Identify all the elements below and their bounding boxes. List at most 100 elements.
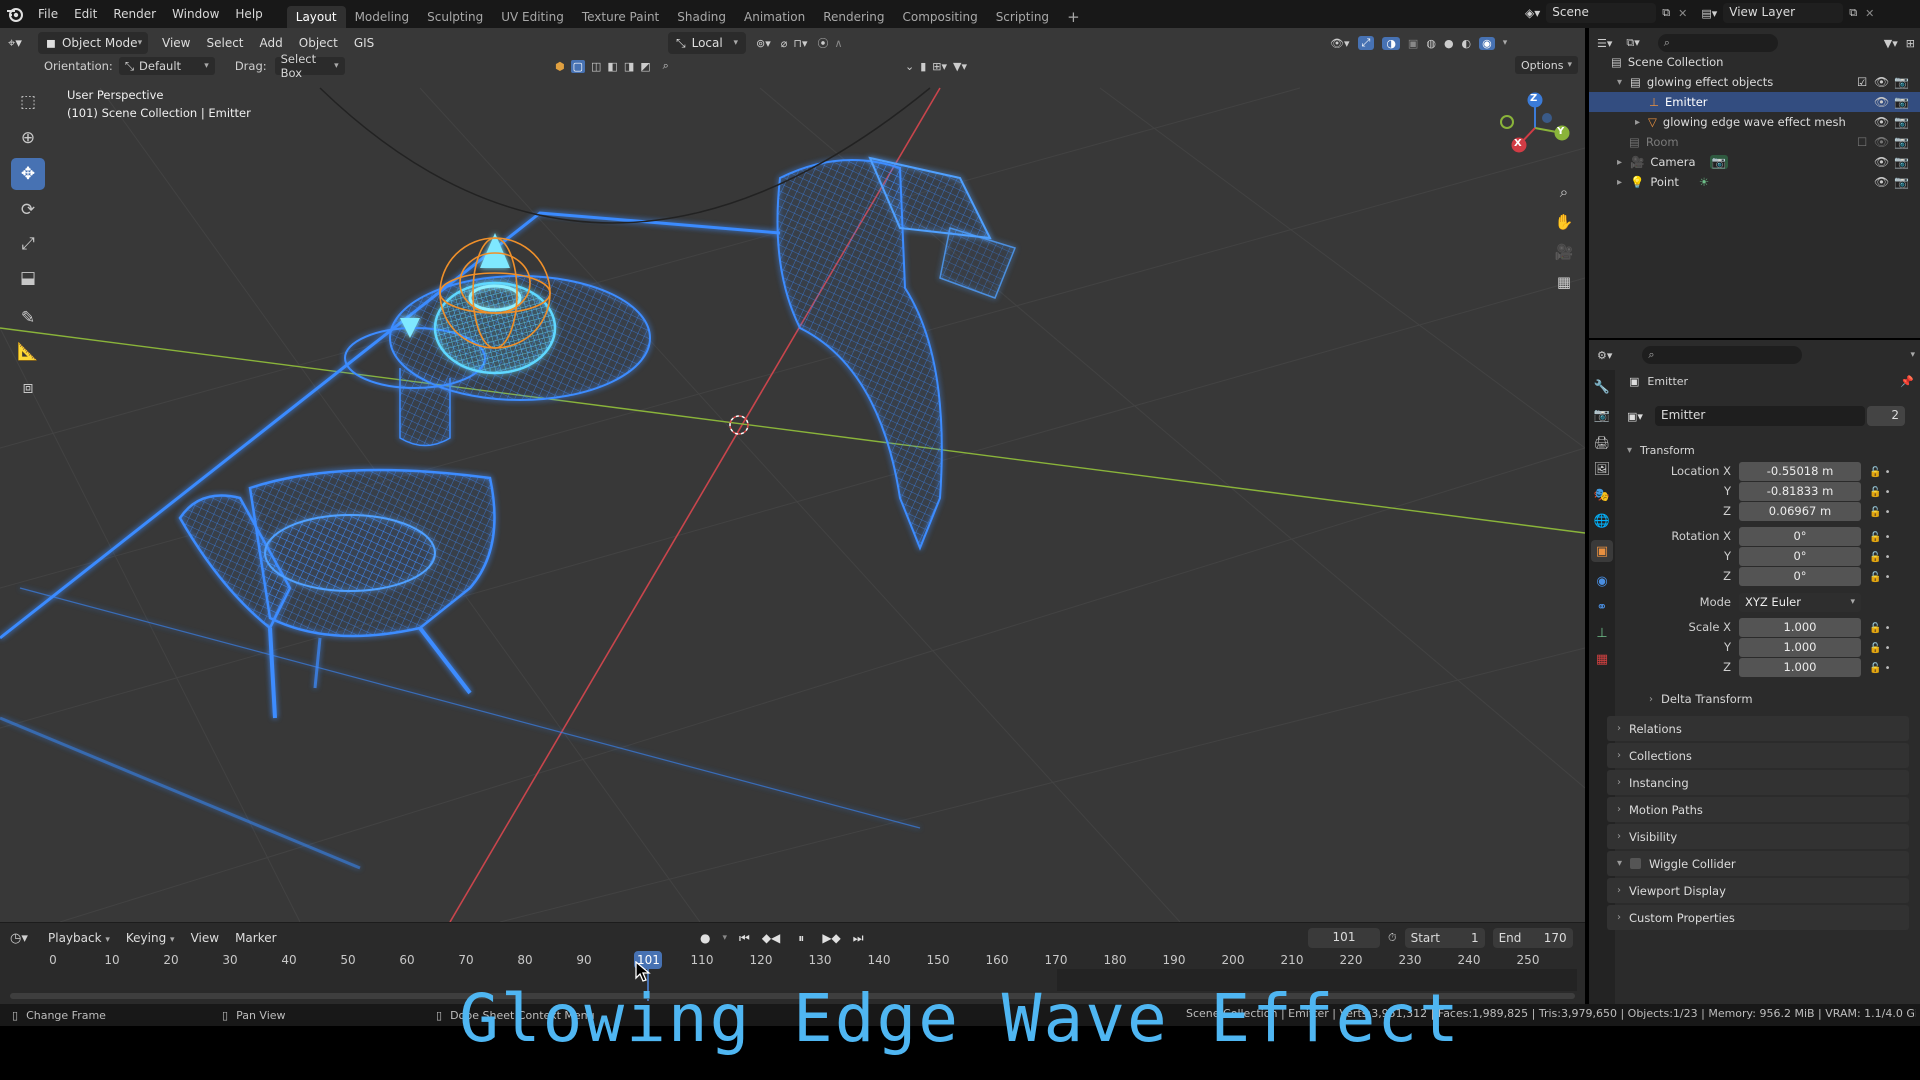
navigation-gizmo[interactable]: Z Y X (1495, 88, 1575, 168)
tab-sculpting[interactable]: Sculpting (418, 6, 492, 28)
outliner-search-field[interactable]: ⌕ (1657, 34, 1778, 52)
rendered-shading-icon[interactable]: ◉ (1479, 36, 1495, 50)
scale-y-field[interactable]: 1.000 (1739, 638, 1861, 657)
ortho-grid-icon[interactable]: ▦ (1550, 268, 1578, 296)
snap-target-icon[interactable]: ⊓▾ (793, 37, 807, 50)
cursor-icon[interactable]: ⊕ (11, 122, 45, 154)
proportional-edit-icon[interactable]: ⦿ (817, 35, 828, 51)
delete-scene-icon[interactable]: ✕ (1678, 7, 1687, 20)
viewport-display-panel[interactable]: › Viewport Display (1607, 878, 1909, 903)
select-box-icon[interactable]: ⬚ (11, 86, 45, 118)
scale-z-field[interactable]: 1.000 (1739, 658, 1861, 677)
snap-icon[interactable]: ⌀ (781, 37, 788, 50)
scale-x-field[interactable]: 1.000 (1739, 618, 1861, 637)
relations-panel[interactable]: › Relations (1607, 716, 1909, 741)
tool-tab-icon[interactable]: 🔧 (1591, 376, 1613, 398)
delta-transform-subpanel[interactable]: › Delta Transform (1649, 690, 1753, 708)
tab-scripting[interactable]: Scripting (987, 6, 1058, 28)
3d-viewport[interactable]: ⌖▾ ◼ Object Mode ▾ View Select Add Objec… (0, 28, 1585, 922)
viewport-menu-select[interactable]: Select (198, 32, 251, 54)
outliner-row-emitter[interactable]: ⊥ Emitter 👁 📷 (1589, 92, 1920, 112)
constraints-tab-icon[interactable]: ⚭ (1591, 596, 1613, 618)
jump-end-icon[interactable]: ⏭ (853, 931, 864, 946)
new-view-layer-icon[interactable]: ⧉ (1849, 6, 1857, 20)
custom-properties-panel[interactable]: › Custom Properties (1607, 905, 1909, 930)
lock-location-y-icon[interactable]: 🔓 • (1869, 483, 1891, 503)
tab-texture-paint[interactable]: Texture Paint (573, 6, 668, 28)
add-cube-icon[interactable]: ⧈ (11, 372, 45, 404)
physics-tab-icon[interactable]: ◉ (1591, 570, 1613, 592)
exclude-checkbox-icon[interactable]: ☐ (1857, 135, 1867, 149)
rotation-z-field[interactable]: 0° (1739, 567, 1861, 586)
timeline-menu-marker[interactable]: Marker (227, 927, 284, 949)
falloff-icon[interactable]: ∧ (834, 37, 842, 50)
tab-animation[interactable]: Animation (735, 6, 814, 28)
render-camera-icon[interactable]: 📷 (1894, 95, 1909, 109)
select-intersect-icon[interactable]: ◩ (640, 60, 650, 73)
visibility-panel[interactable]: › Visibility (1607, 824, 1909, 849)
options-button[interactable]: Options ▾ (1515, 56, 1578, 74)
object-tab-icon[interactable]: ▣ (1591, 540, 1613, 562)
instancing-panel[interactable]: › Instancing (1607, 770, 1909, 795)
zoom-icon[interactable]: ⌕ (1550, 178, 1578, 206)
location-z-field[interactable]: 0.06967 m (1739, 502, 1861, 521)
viewport-search-icon[interactable]: ⌕ (663, 59, 669, 73)
view-layer-selector[interactable]: View Layer (1723, 3, 1844, 23)
visibility-eye-icon[interactable]: 👁 (1874, 75, 1889, 89)
current-frame-field[interactable]: 101 (1308, 928, 1380, 948)
gizmo-toggle-icon[interactable]: ⤢ (1357, 36, 1375, 50)
viewport-menu-view[interactable]: View (154, 32, 198, 54)
orientation-selector[interactable]: ⤡ Default ▾ (118, 57, 215, 75)
location-x-field[interactable]: -0.55018 m (1739, 462, 1861, 481)
viewport-menu-add[interactable]: Add (252, 32, 291, 54)
expand-chevron-icon[interactable]: ▾ (1617, 77, 1622, 88)
viewport-menu-gis[interactable]: GIS (346, 32, 382, 54)
move-icon[interactable]: ✥ (11, 158, 45, 190)
visibility-eye-icon[interactable]: 👁 (1874, 95, 1889, 109)
pause-icon[interactable]: ⏸ (798, 931, 804, 946)
lock-rotation-x-icon[interactable]: 🔓 • (1869, 528, 1891, 548)
delete-view-layer-icon[interactable]: ✕ (1865, 7, 1874, 20)
shading-options-icon[interactable]: ▾ (1503, 38, 1508, 48)
render-tab-icon[interactable]: 📷 (1591, 404, 1613, 426)
xray-icon[interactable]: ▣ (1408, 37, 1418, 50)
visibility-eye-icon[interactable]: 👁 (1874, 115, 1889, 129)
tab-layout[interactable]: Layout (286, 6, 346, 28)
select-invert-icon[interactable]: ◨ (624, 60, 634, 73)
lock-rotation-y-icon[interactable]: 🔓 • (1869, 548, 1891, 568)
menu-window[interactable]: Window (164, 0, 227, 28)
tab-uv-editing[interactable]: UV Editing (492, 6, 573, 28)
scene-selector[interactable]: Scene (1546, 3, 1657, 23)
visibility-eye-icon[interactable]: 👁 (1874, 155, 1889, 169)
transform-orientation-selector[interactable]: ⤡ Local ▾ (668, 32, 746, 54)
select-set-icon[interactable]: ▢ (570, 59, 586, 73)
expand-chevron-icon[interactable]: ▸ (1635, 117, 1640, 128)
drag-selector[interactable]: Select Box ▾ (274, 52, 345, 80)
outliner-filter-icon[interactable]: ▼▾ (1884, 37, 1898, 50)
rotation-y-field[interactable]: 0° (1739, 547, 1861, 566)
location-y-field[interactable]: -0.81833 m (1739, 482, 1861, 501)
outliner-root-row[interactable]: ▤ Scene Collection (1589, 52, 1920, 72)
select-subtract-icon[interactable]: ◧ (607, 60, 617, 73)
select-extend-icon[interactable]: ◫ (591, 60, 601, 73)
mode-selector[interactable]: ◼ Object Mode ▾ (38, 32, 148, 54)
new-collection-icon[interactable]: ⊞ (1906, 37, 1915, 50)
visibility-eye-icon[interactable]: 👁 (1874, 135, 1889, 149)
outliner-row-room[interactable]: ▤ Room ☐ 👁 📷 (1589, 132, 1920, 152)
timeline-menu-view[interactable]: View (183, 927, 227, 949)
properties-search-field[interactable]: ⌕ (1642, 346, 1803, 364)
exclude-checkbox-icon[interactable]: ☑ (1857, 75, 1867, 89)
next-keyframe-icon[interactable]: ▶◆ (822, 931, 840, 945)
solid-shading-icon[interactable]: ● (1444, 37, 1454, 50)
tab-rendering[interactable]: Rendering (814, 6, 893, 28)
menu-file[interactable]: File (30, 0, 66, 28)
world-tab-icon[interactable]: 🌐 (1591, 510, 1613, 532)
lock-location-x-icon[interactable]: 🔓 • (1869, 463, 1891, 483)
end-frame-field[interactable]: End 170 (1492, 928, 1573, 948)
lock-scale-z-icon[interactable]: 🔓 • (1869, 659, 1891, 679)
transform-panel-header[interactable]: ▾ Transform (1627, 440, 1695, 460)
wireframe-shading-icon[interactable]: ◍ (1426, 37, 1436, 50)
menu-edit[interactable]: Edit (66, 0, 105, 28)
filter-icon[interactable]: ▼▾ (953, 60, 967, 73)
output-tab-icon[interactable]: 🖨 (1591, 432, 1613, 454)
